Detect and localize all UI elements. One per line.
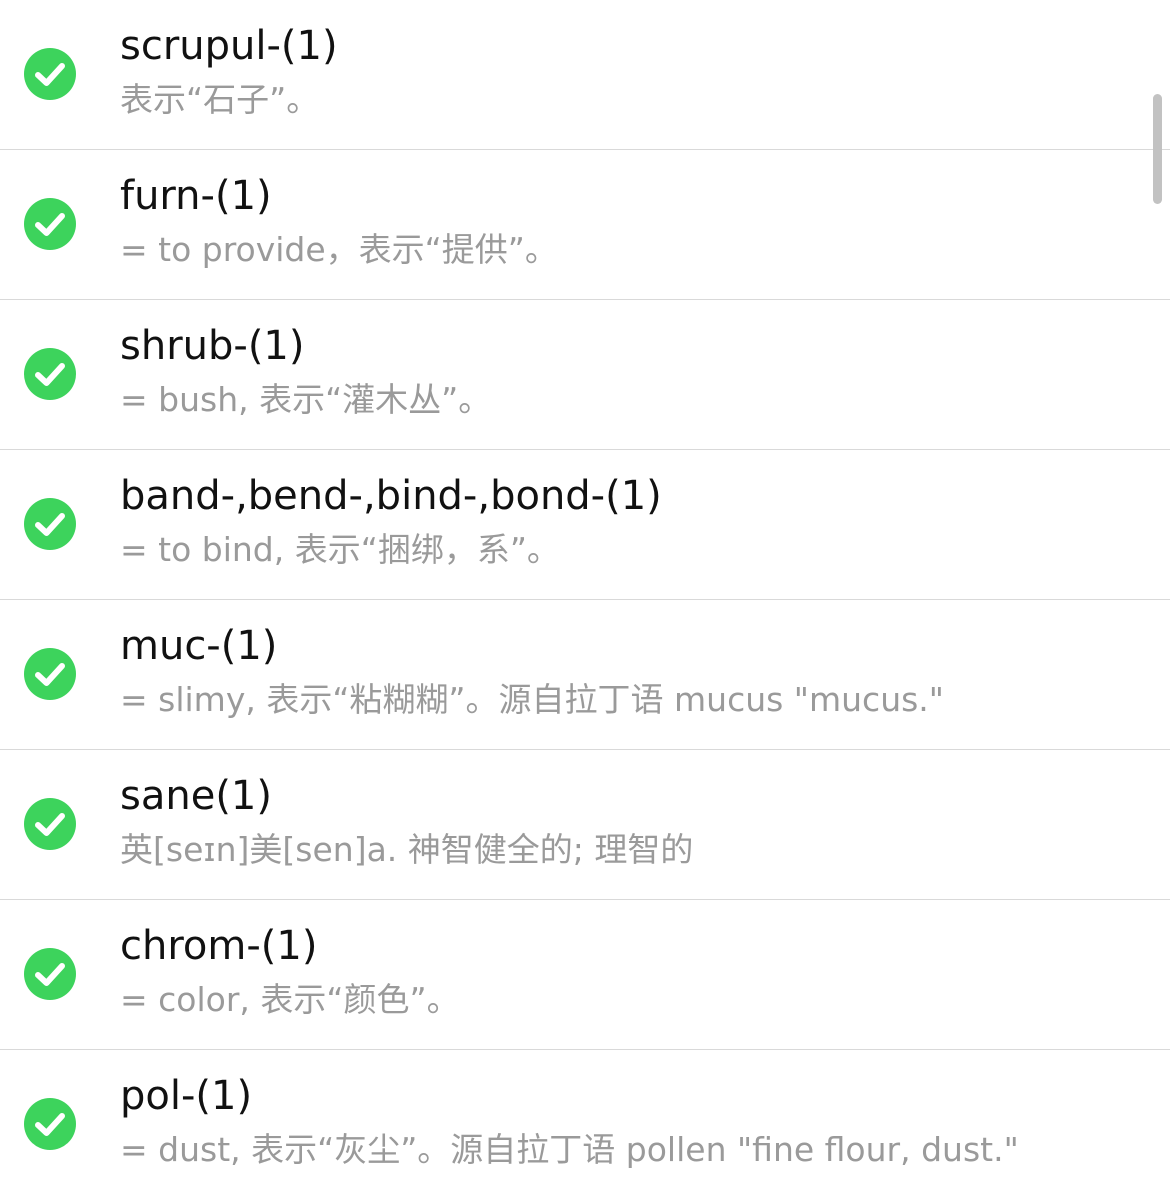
- item-term: pol-(1): [120, 1073, 253, 1119]
- item-definition: = to bind, 表示“捆绑，系”。: [120, 530, 560, 569]
- item-term: muc-(1): [120, 623, 278, 669]
- scrollbar[interactable]: [1153, 94, 1162, 204]
- item-definition: = color, 表示“颜色”。: [120, 980, 460, 1019]
- list-item[interactable]: pol-(1) = dust, 表示“灰尘”。源自拉丁语 pollen "fin…: [0, 1050, 1170, 1199]
- list-item[interactable]: scrupul-(1) 表示“石子”。: [0, 0, 1170, 150]
- item-definition: 表示“石子”。: [120, 80, 320, 119]
- check-circle-icon: [24, 198, 76, 250]
- check-circle-icon: [24, 1098, 76, 1150]
- item-definition: 英[seɪn]美[sen]a. 神智健全的; 理智的: [120, 830, 694, 869]
- item-term: chrom-(1): [120, 923, 318, 969]
- check-circle-icon: [24, 48, 76, 100]
- item-definition: = bush, 表示“灌木丛”。: [120, 380, 492, 419]
- check-circle-icon: [24, 948, 76, 1000]
- list-item[interactable]: shrub-(1) = bush, 表示“灌木丛”。: [0, 300, 1170, 450]
- item-term: band-,bend-,bind-,bond-(1): [120, 473, 662, 519]
- item-term: shrub-(1): [120, 323, 305, 369]
- item-term: scrupul-(1): [120, 23, 338, 69]
- word-list: scrupul-(1) 表示“石子”。 furn-(1) = to provid…: [0, 0, 1170, 1199]
- check-circle-icon: [24, 798, 76, 850]
- item-term: furn-(1): [120, 173, 272, 219]
- list-item[interactable]: chrom-(1) = color, 表示“颜色”。: [0, 900, 1170, 1050]
- list-item[interactable]: sane(1) 英[seɪn]美[sen]a. 神智健全的; 理智的: [0, 750, 1170, 900]
- item-definition: = to provide，表示“提供”。: [120, 230, 558, 269]
- check-circle-icon: [24, 348, 76, 400]
- item-definition: = dust, 表示“灰尘”。源自拉丁语 pollen "fine flour,…: [120, 1130, 1019, 1169]
- item-definition: = slimy, 表示“粘糊糊”。源自拉丁语 mucus "mucus.": [120, 680, 944, 719]
- item-term: sane(1): [120, 773, 272, 819]
- list-item[interactable]: muc-(1) = slimy, 表示“粘糊糊”。源自拉丁语 mucus "mu…: [0, 600, 1170, 750]
- check-circle-icon: [24, 648, 76, 700]
- list-item[interactable]: furn-(1) = to provide，表示“提供”。: [0, 150, 1170, 300]
- check-circle-icon: [24, 498, 76, 550]
- list-item[interactable]: band-,bend-,bind-,bond-(1) = to bind, 表示…: [0, 450, 1170, 600]
